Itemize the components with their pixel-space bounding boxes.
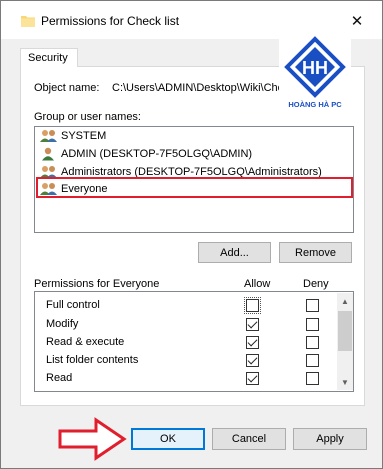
remove-button-label: Remove [295, 246, 336, 259]
group-item-label: Administrators (DESKTOP-7F5OLGQ\Administ… [61, 165, 322, 178]
add-button-label: Add... [220, 246, 249, 259]
ok-button-label: OK [160, 433, 176, 445]
object-name-label: Object name: [34, 82, 100, 94]
deny-header: Deny [303, 278, 329, 290]
logo-monogram: HH [302, 58, 328, 78]
deny-read-execute-checkbox[interactable] [306, 336, 319, 349]
permissions-scrollbar[interactable]: ▲ ▼ [337, 293, 353, 390]
perm-modify: Modify [46, 318, 79, 330]
group-item-label: ADMIN (DESKTOP-7F5OLGQ\ADMIN) [61, 147, 253, 160]
add-button[interactable]: Add... [198, 242, 271, 263]
permissions-dialog: Permissions for Check list ✕ Security Ob… [0, 0, 383, 469]
deny-modify-checkbox[interactable] [306, 318, 319, 331]
logo-text: HOÀNG HÀ PC [288, 100, 342, 109]
users-icon [40, 129, 57, 142]
cancel-button-label: Cancel [231, 433, 267, 445]
scroll-down-icon[interactable]: ▼ [337, 374, 353, 390]
tab-security-label: Security [28, 52, 68, 64]
group-item-label: SYSTEM [61, 129, 107, 142]
group-item-admin[interactable]: ADMIN (DESKTOP-7F5OLGQ\ADMIN) [39, 146, 252, 161]
allow-read-checkbox[interactable] [246, 372, 259, 385]
perm-list-folder: List folder contents [46, 354, 139, 366]
ok-button[interactable]: OK [131, 428, 205, 450]
allow-list-folder-checkbox[interactable] [246, 354, 259, 367]
deny-read-checkbox[interactable] [306, 372, 319, 385]
remove-button[interactable]: Remove [279, 242, 352, 263]
window-title: Permissions for Check list [41, 14, 180, 28]
permissions-list: Full control Modify Read & execute List … [34, 291, 354, 392]
apply-button-label: Apply [316, 433, 344, 445]
allow-full-control-checkbox[interactable] [244, 297, 261, 314]
pointer-arrow-icon [58, 417, 127, 461]
user-icon [42, 147, 54, 160]
close-button[interactable]: ✕ [343, 9, 371, 33]
apply-button[interactable]: Apply [293, 428, 367, 450]
scroll-thumb[interactable] [338, 311, 352, 351]
close-icon: ✕ [350, 13, 364, 30]
deny-list-folder-checkbox[interactable] [306, 354, 319, 367]
cancel-button[interactable]: Cancel [212, 428, 286, 450]
group-item-system[interactable]: SYSTEM [39, 128, 106, 143]
perm-read: Read [46, 372, 73, 384]
title-bar: Permissions for Check list ✕ [1, 1, 382, 39]
scroll-up-icon[interactable]: ▲ [337, 293, 353, 309]
perm-full-control: Full control [46, 299, 100, 311]
allow-modify-checkbox[interactable] [246, 318, 259, 331]
selection-highlight [36, 177, 353, 198]
tab-security[interactable]: Security [20, 48, 78, 67]
permissions-label: Permissions for Everyone [34, 278, 160, 290]
folder-icon [21, 16, 35, 27]
allow-header: Allow [244, 278, 271, 290]
group-names-label: Group or user names: [34, 111, 141, 123]
perm-read-execute: Read & execute [46, 336, 125, 348]
hoang-ha-pc-logo: HH HOÀNG HÀ PC [279, 35, 351, 113]
allow-read-execute-checkbox[interactable] [246, 336, 259, 349]
deny-full-control-checkbox[interactable] [306, 299, 319, 312]
